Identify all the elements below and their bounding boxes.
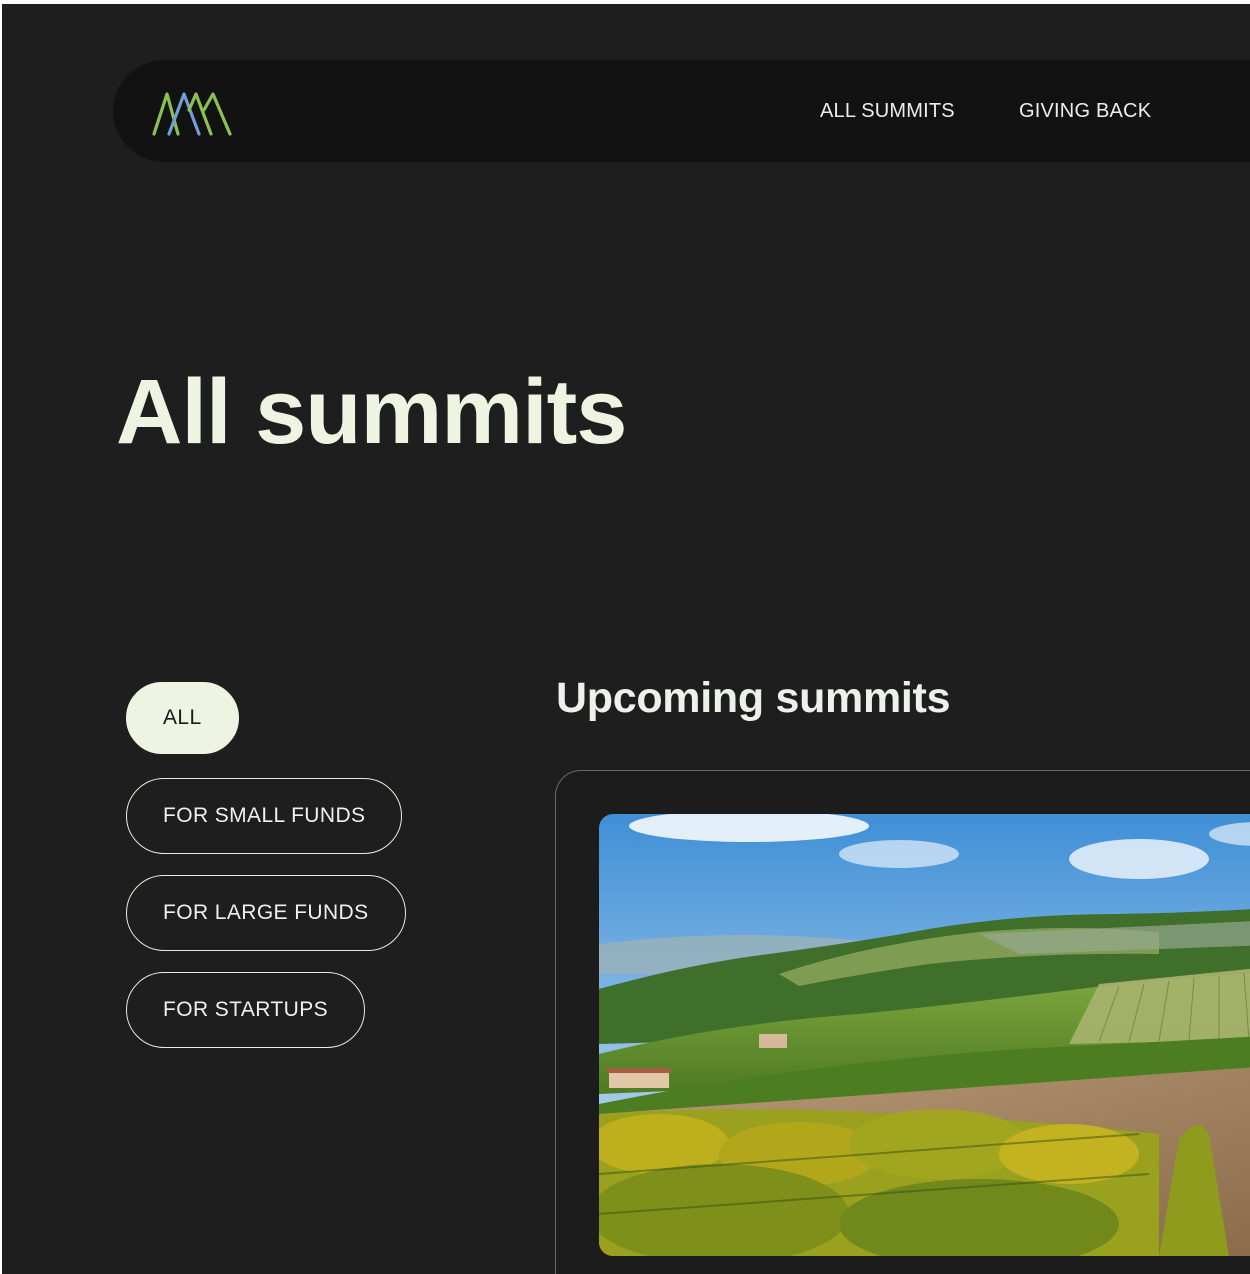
top-navbar: ALL SUMMITS GIVING BACK	[113, 60, 1250, 162]
vineyard-landscape-image	[599, 814, 1250, 1256]
upcoming-summits-heading: Upcoming summits	[556, 674, 951, 722]
page-frame: ALL SUMMITS GIVING BACK All summits ALL …	[2, 4, 1250, 1274]
vineyard-landscape-photo-icon	[599, 814, 1250, 1256]
summit-card[interactable]	[555, 770, 1250, 1274]
filter-large-funds-button[interactable]: FOR LARGE FUNDS	[126, 875, 406, 951]
filter-small-funds-button[interactable]: FOR SMALL FUNDS	[126, 778, 403, 854]
nav-link-giving-back[interactable]: GIVING BACK	[1019, 100, 1151, 123]
page-title: All summits	[116, 361, 627, 463]
filter-all-button[interactable]: ALL	[126, 682, 239, 754]
filter-startups-button[interactable]: FOR STARTUPS	[126, 972, 366, 1048]
mountain-peaks-logo-icon[interactable]	[151, 88, 233, 138]
nav-link-all-summits[interactable]: ALL SUMMITS	[820, 100, 955, 123]
